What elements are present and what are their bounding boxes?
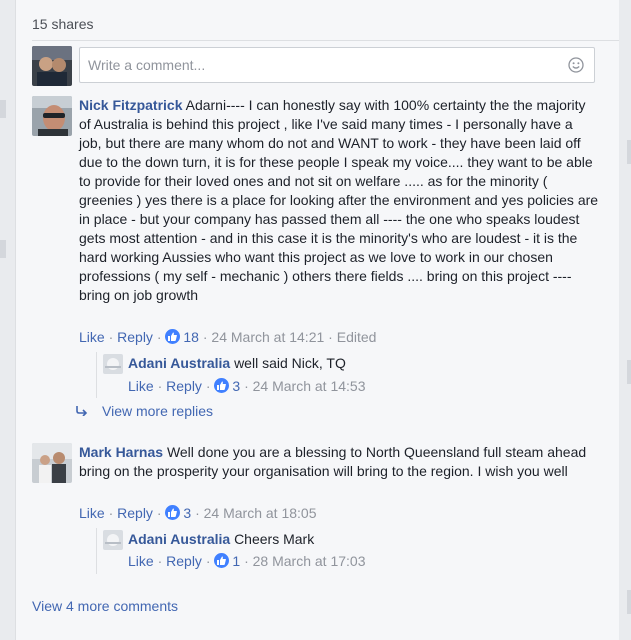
- commenter-avatar[interactable]: [32, 96, 72, 136]
- reply-author[interactable]: Adani Australia: [128, 531, 230, 547]
- reply-thread-line: [96, 528, 97, 574]
- reply-text: Cheers Mark: [234, 531, 315, 547]
- reply-actions: Like · Reply · 3 · 24 March at 14:53: [128, 377, 366, 395]
- reply-actions: Like · Reply · 1 · 28 March at 17:03: [128, 552, 366, 570]
- comment-actions: Like · Reply · 18 · 24 March at 14:21 · …: [79, 328, 376, 346]
- like-button[interactable]: Like: [128, 378, 154, 394]
- reply-button[interactable]: Reply: [117, 329, 153, 345]
- like-button[interactable]: Like: [128, 553, 154, 569]
- separator: ·: [108, 329, 118, 345]
- like-button[interactable]: Like: [79, 329, 105, 345]
- reply-body: Adani Australia well said Nick, TQ: [128, 354, 598, 373]
- comment-text: Adarni---- I can honestly say with 100% …: [79, 97, 599, 303]
- comment-input[interactable]: [80, 48, 566, 82]
- reply-button[interactable]: Reply: [117, 505, 153, 521]
- separator: ·: [328, 329, 337, 345]
- gutter-mark: [627, 140, 631, 164]
- comment-body: Mark Harnas Well done you are a blessing…: [79, 443, 599, 481]
- comment-body: Nick Fitzpatrick Adarni---- I can honest…: [79, 96, 599, 305]
- comments-panel: 15 shares Write a comment... Nick Fitzpa…: [15, 0, 620, 640]
- separator: ·: [157, 378, 167, 394]
- comment-actions: Like · Reply · 3 · 24 March at 18:05: [79, 504, 317, 522]
- gutter-mark: [0, 100, 6, 118]
- reply-thread-line: [96, 352, 97, 398]
- shares-count[interactable]: 15 shares: [32, 16, 93, 32]
- page-right-gutter: [619, 0, 631, 640]
- gutter-mark: [0, 240, 6, 258]
- like-icon[interactable]: [214, 378, 230, 393]
- gutter-mark: [627, 360, 631, 384]
- comment-timestamp[interactable]: 24 March at 18:05: [204, 505, 317, 521]
- separator: ·: [244, 553, 253, 569]
- divider: [32, 40, 619, 41]
- reply-text: well said Nick, TQ: [234, 355, 346, 371]
- current-user-avatar[interactable]: [32, 46, 72, 86]
- reply-author-avatar[interactable]: [103, 530, 123, 550]
- like-icon[interactable]: [165, 505, 181, 520]
- separator: ·: [195, 505, 204, 521]
- reply-author[interactable]: Adani Australia: [128, 355, 230, 371]
- reaction-count[interactable]: 18: [183, 329, 199, 345]
- reaction-count[interactable]: 3: [183, 505, 191, 521]
- like-button[interactable]: Like: [79, 505, 105, 521]
- reply-timestamp[interactable]: 28 March at 17:03: [253, 553, 366, 569]
- separator: ·: [205, 378, 215, 394]
- comment-timestamp[interactable]: 24 March at 14:21: [211, 329, 324, 345]
- reply-timestamp[interactable]: 24 March at 14:53: [253, 378, 366, 394]
- like-icon[interactable]: [214, 553, 230, 568]
- separator: ·: [156, 329, 166, 345]
- view-more-replies-label[interactable]: View more replies: [102, 403, 213, 419]
- separator: ·: [244, 378, 253, 394]
- view-more-comments-link[interactable]: View 4 more comments: [32, 598, 178, 614]
- gutter-mark: [627, 590, 631, 614]
- emoji-icon[interactable]: [568, 57, 584, 73]
- separator: ·: [108, 505, 118, 521]
- comment-author[interactable]: Nick Fitzpatrick: [79, 97, 182, 113]
- comment-input-box[interactable]: [79, 47, 595, 83]
- reply-button[interactable]: Reply: [166, 378, 202, 394]
- like-icon[interactable]: [165, 329, 181, 344]
- reply-arrow-icon: [76, 403, 94, 419]
- commenter-avatar[interactable]: [32, 443, 72, 483]
- separator: ·: [157, 553, 167, 569]
- reply-button[interactable]: Reply: [166, 553, 202, 569]
- reaction-count[interactable]: 1: [232, 553, 240, 569]
- separator: ·: [205, 553, 215, 569]
- reaction-count[interactable]: 3: [232, 378, 240, 394]
- page-left-gutter: [0, 0, 15, 640]
- separator: ·: [156, 505, 166, 521]
- reply-body: Adani Australia Cheers Mark: [128, 530, 598, 549]
- edited-label[interactable]: Edited: [337, 329, 377, 345]
- reply-author-avatar[interactable]: [103, 354, 123, 374]
- comment-author[interactable]: Mark Harnas: [79, 444, 163, 460]
- view-more-replies-link[interactable]: View more replies: [76, 403, 213, 419]
